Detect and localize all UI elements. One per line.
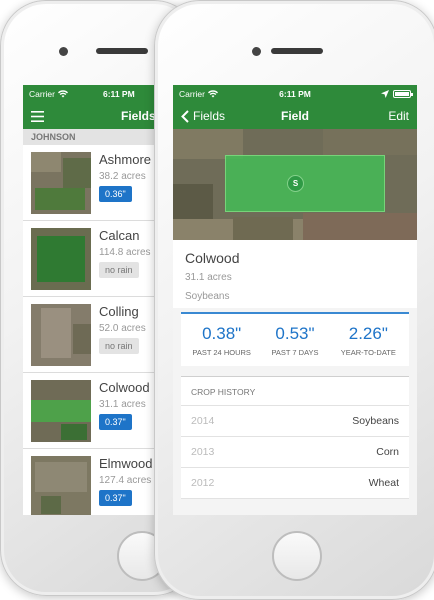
rainfall-value: 0.53" [275,324,315,343]
field-thumbnail [31,152,91,214]
field-thumbnail [31,228,91,290]
field-acres: 38.2 acres [99,171,146,182]
chevron-left-icon [181,109,189,123]
field-detail-screen: Carrier 6:11 PM Fields Field Edit S Colw… [173,85,417,515]
field-name: Calcan [99,228,140,243]
nav-bar: Fields Field Edit [173,103,417,129]
back-button[interactable]: Fields [181,109,225,123]
rain-badge: 0.36" [99,186,132,202]
rainfall-7d: 0.53" PAST 7 DAYS [258,324,331,357]
field-name: Colling [99,304,139,319]
field-title: Colwood [185,250,240,266]
field-acres: 31.1 acres [99,399,146,410]
field-info: Colwood 31.1 acres Soybeans [173,240,417,308]
rainfall-value: 0.38" [202,324,242,343]
home-button[interactable] [272,531,322,581]
field-marker[interactable]: S [287,175,304,192]
crop-history-row: 2012 Wheat [181,468,409,499]
field-acres: 31.1 acres [185,272,232,283]
field-acres: 114.8 acres [99,247,151,258]
crop-year: 2013 [191,446,215,458]
crop-year: 2014 [191,415,215,427]
rainfall-label: PAST 24 HOURS [192,348,251,357]
crop-name: Wheat [368,477,399,489]
wifi-icon [57,90,68,98]
crop-history-title: CROP HISTORY [181,377,409,406]
rainfall-label: YEAR-TO-DATE [340,348,396,357]
speaker-grille [96,48,148,54]
crop-name: Corn [376,446,399,458]
front-camera [252,47,261,56]
field-boundary [225,155,385,212]
rainfall-ytd: 2.26" YEAR-TO-DATE [332,324,405,357]
crop-year: 2012 [191,477,215,489]
rain-badge: 0.37" [99,414,132,430]
edit-button[interactable]: Edit [388,109,409,123]
rain-badge: no rain [99,262,139,278]
menu-button[interactable] [31,110,44,122]
crop-history: CROP HISTORY 2014 Soybeans 2013 Corn 201… [181,376,409,499]
field-map[interactable]: S [173,129,417,240]
rain-badge: no rain [99,338,139,354]
field-acres: 127.4 acres [99,475,152,486]
status-time: 6:11 PM [279,89,311,99]
speaker-grille [271,48,323,54]
rainfall-label: PAST 7 DAYS [271,348,319,357]
rainfall-summary: 0.38" PAST 24 HOURS 0.53" PAST 7 DAYS 2.… [181,312,409,366]
rainfall-value: 2.26" [348,324,388,343]
carrier-label: Carrier [29,89,55,99]
crop-history-row: 2013 Corn [181,437,409,468]
field-name: Ashmore [99,152,152,167]
front-camera [59,47,68,56]
field-crop: Soybeans [185,291,230,302]
field-thumbnail [31,380,91,442]
crop-history-row: 2014 Soybeans [181,406,409,437]
hamburger-menu-icon [31,110,44,122]
field-name: Elmwood [99,456,153,471]
status-bar: Carrier 6:11 PM [173,85,417,103]
field-thumbnail [31,456,91,515]
crop-name: Soybeans [352,415,399,427]
field-acres: 52.0 acres [99,323,146,334]
field-name: Colwood [99,380,150,395]
front-phone: Carrier 6:11 PM Fields Field Edit S Colw… [154,0,434,600]
battery-icon [393,90,413,98]
field-thumbnail [31,304,91,366]
rainfall-24h: 0.38" PAST 24 HOURS [185,324,258,357]
rain-badge: 0.37" [99,490,132,506]
back-button-label: Fields [193,109,226,123]
